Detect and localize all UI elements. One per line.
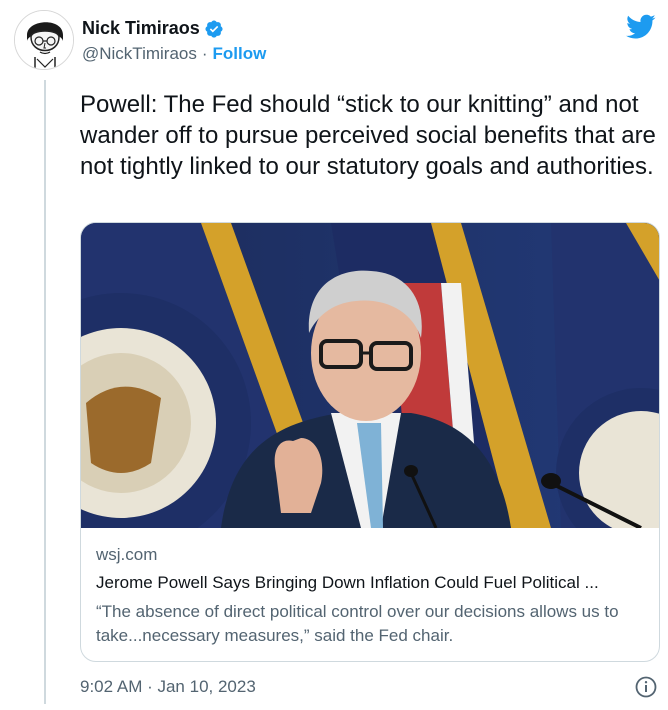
author-handle[interactable]: @NickTimiraos xyxy=(82,44,197,64)
twitter-bird-icon[interactable] xyxy=(626,14,656,40)
tweet-timestamp[interactable]: 9:02 AM · Jan 10, 2023 xyxy=(80,677,256,697)
link-card[interactable]: wsj.com Jerome Powell Says Bringing Down… xyxy=(80,222,660,662)
thread-line xyxy=(44,80,46,704)
follow-button[interactable]: Follow xyxy=(213,44,267,64)
link-card-domain: wsj.com xyxy=(96,545,158,564)
author-display-name[interactable]: Nick Timiraos xyxy=(82,18,200,39)
tweet-header: Nick Timiraos @NickTimiraos · Follow xyxy=(14,10,660,72)
handle-separator: · xyxy=(201,44,208,63)
link-card-image[interactable] xyxy=(81,223,659,528)
info-icon[interactable] xyxy=(634,675,658,699)
powell-photo xyxy=(81,223,659,528)
link-card-title[interactable]: Jerome Powell Says Bringing Down Inflati… xyxy=(96,573,651,593)
avatar-sketch xyxy=(15,11,73,69)
avatar[interactable] xyxy=(14,10,74,70)
tweet-text: Powell: The Fed should “stick to our kni… xyxy=(80,91,656,180)
verified-icon xyxy=(205,19,223,38)
link-card-description: “The absence of direct political control… xyxy=(96,602,619,645)
